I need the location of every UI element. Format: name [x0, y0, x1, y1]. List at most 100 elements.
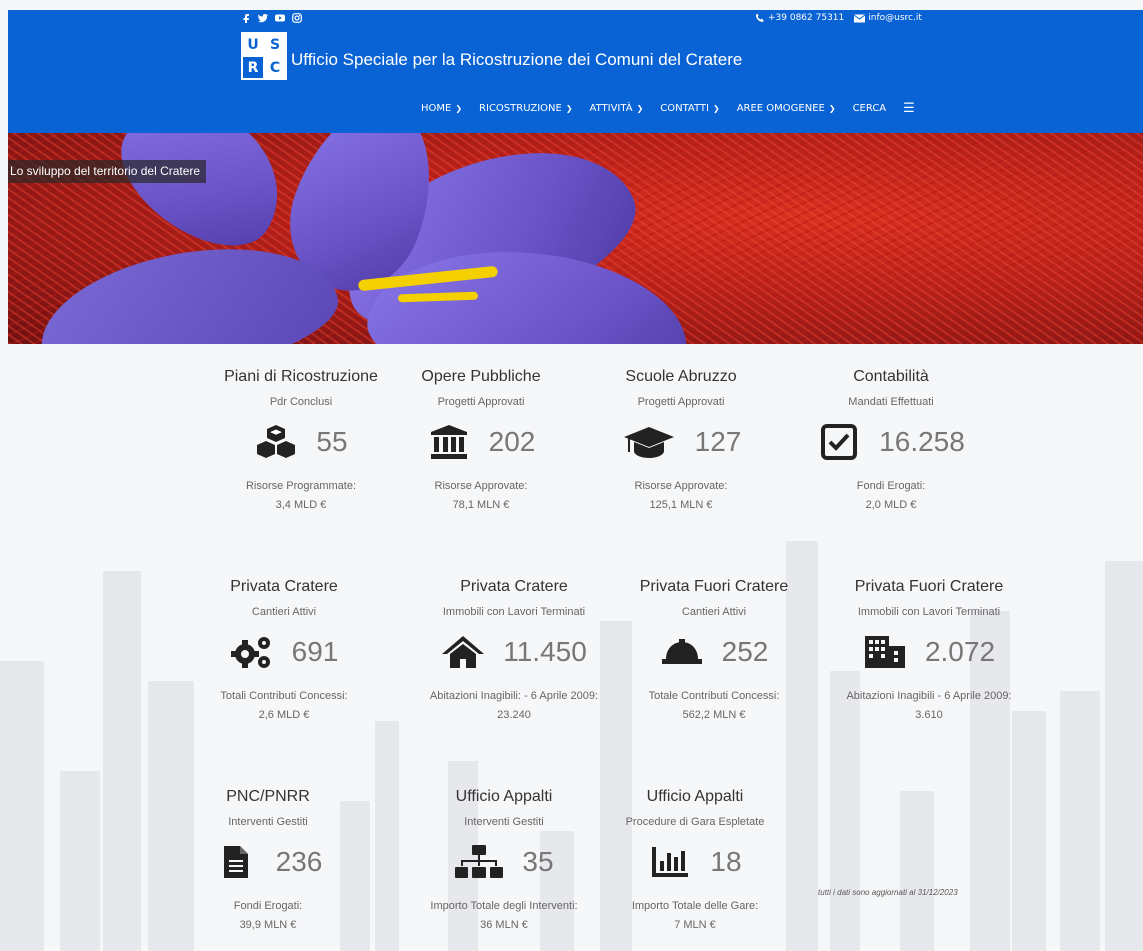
stat-subtitle: Interventi Gestiti — [464, 816, 544, 828]
stat-value: 252 — [721, 636, 769, 667]
site-header: +39 0862 75311 info@usrc.it U S R C Uffi… — [8, 10, 1143, 133]
stat-title: Ufficio Appalti — [646, 788, 744, 805]
phone-link[interactable]: +39 0862 75311 — [755, 13, 844, 23]
stat-subtitle: Immobili con Lavori Terminati — [857, 606, 1001, 618]
stat-footer-value: 23.240 — [497, 709, 531, 721]
nav-label: AREE OMOGENEE — [736, 103, 825, 114]
stat-footer-label: Totali Contributi Concessi: — [220, 690, 348, 702]
sitemap-icon — [454, 844, 504, 880]
cogs-icon — [230, 634, 274, 670]
chevron-down-icon: ❯ — [565, 104, 573, 113]
stat-subtitle: Cantieri Attivi — [681, 606, 747, 618]
hero-caption: Lo sviluppo del territorio del Cratere — [8, 160, 207, 183]
stat-title: Piani di Ricostruzione — [224, 368, 378, 385]
nav-contatti[interactable]: CONTATTI ❯ — [660, 103, 719, 114]
file-icon — [214, 844, 258, 880]
stat-value: 11.450 — [503, 636, 587, 667]
stat-subtitle: Immobili con Lavori Terminati — [442, 606, 586, 618]
hero-banner: Lo sviluppo del territorio del Cratere — [8, 133, 1143, 344]
stat-footer-value: 2,6 MLD € — [258, 709, 310, 721]
stat-value: 16.258 — [879, 426, 965, 457]
menu-icon[interactable]: ☰ — [903, 101, 915, 116]
stat-title: Ufficio Appalti — [455, 788, 553, 805]
stat-footer-value: 36 MLN € — [480, 919, 528, 931]
youtube-icon[interactable] — [275, 13, 285, 23]
stat-footer-label: Importo Totale delle Gare: — [631, 900, 759, 912]
usrc-logo[interactable]: U S R C — [241, 32, 287, 80]
email-address: info@usrc.it — [868, 13, 922, 23]
nav-cerca[interactable]: CERCA — [853, 103, 887, 114]
stat-footer-label: Risorse Approvate: — [434, 480, 528, 492]
stat-footer-label: Risorse Programmate: — [245, 480, 357, 492]
stat-value: 35 — [522, 846, 554, 877]
envelope-icon — [854, 14, 866, 22]
stat-subtitle: Cantieri Attivi — [251, 606, 317, 618]
data-update-note: tutti i dati sono aggiornati al 31/12/20… — [818, 888, 958, 897]
stat-subtitle: Interventi Gestiti — [228, 816, 308, 828]
social-links — [241, 13, 302, 23]
stat-footer-label: Importo Totale degli Interventi: — [430, 900, 578, 912]
stat-footer-label: Abitazioni Inagibili: - 6 Aprile 2009: — [429, 690, 599, 702]
stat-footer-label: Abitazioni Inagibili - 6 Aprile 2009: — [846, 690, 1012, 702]
stat-footer-label: Risorse Approvate: — [634, 480, 728, 492]
stat-pnc-pnrr[interactable]: PNC/PNRR Interventi Gestiti 236 Fondi Er… — [168, 788, 368, 931]
twitter-icon[interactable] — [258, 13, 268, 23]
nav-label: HOME — [421, 103, 452, 114]
stat-footer-label: Fondi Erogati: — [233, 900, 303, 912]
stat-privata-cratere-terminati[interactable]: Privata Cratere Immobili con Lavori Term… — [414, 578, 614, 721]
instagram-icon[interactable] — [292, 13, 302, 23]
logo-letter: S — [265, 34, 285, 55]
logo-letter: C — [265, 57, 285, 78]
logo-letter: R — [243, 57, 263, 78]
stat-title: Scuole Abruzzo — [625, 368, 737, 385]
chevron-down-icon: ❯ — [713, 104, 720, 113]
stat-piani-ricostruzione[interactable]: Piani di Ricostruzione Pdr Conclusi 55 R… — [201, 368, 401, 511]
chevron-down-icon: ❯ — [636, 104, 644, 113]
stat-ufficio-appalti-gare[interactable]: Ufficio Appalti Procedure di Gara Esplet… — [595, 788, 795, 931]
graduation-cap-icon — [621, 424, 677, 460]
stat-footer-value: 7 MLN € — [674, 919, 716, 931]
nav-label: RICOSTRUZIONE — [479, 103, 562, 114]
stat-scuole-abruzzo[interactable]: Scuole Abruzzo Progetti Approvati 127 Ri… — [581, 368, 781, 511]
stat-footer-value: 78,1 MLN € — [452, 499, 510, 511]
stat-title: Privata Cratere — [460, 578, 568, 595]
hard-hat-icon — [660, 634, 704, 670]
stat-subtitle: Progetti Approvati — [437, 396, 525, 408]
stat-subtitle: Progetti Approvati — [637, 396, 725, 408]
stat-title: Privata Fuori Cratere — [854, 578, 1004, 595]
stat-title: Opere Pubbliche — [421, 368, 541, 385]
stat-footer-label: Fondi Erogati: — [856, 480, 926, 492]
stat-privata-fuori-cantieri[interactable]: Privata Fuori Cratere Cantieri Attivi 25… — [614, 578, 814, 721]
stat-value: 55 — [316, 426, 348, 457]
stat-privata-fuori-terminati[interactable]: Privata Fuori Cratere Immobili con Lavor… — [829, 578, 1029, 721]
logo-letter: U — [243, 34, 263, 55]
nav-label: CERCA — [852, 103, 887, 114]
nav-attivita[interactable]: ATTIVITÀ ❯ — [590, 103, 644, 114]
stat-footer-label: Totale Contributi Concessi: — [648, 690, 780, 702]
stat-footer-value: 125,1 MLN € — [649, 499, 713, 511]
facebook-icon[interactable] — [241, 13, 251, 23]
stat-contabilita[interactable]: Contabilità Mandati Effettuati 16.258 Fo… — [791, 368, 991, 511]
nav-home[interactable]: HOME ❯ — [421, 103, 462, 114]
stat-title: Contabilità — [853, 368, 929, 385]
main-nav: HOME ❯ RICOSTRUZIONE ❯ ATTIVITÀ ❯ CONTATTI ❯… — [421, 101, 915, 116]
cubes-icon — [254, 424, 298, 460]
nav-label: CONTATTI — [660, 103, 709, 114]
stat-value: 236 — [275, 846, 323, 877]
stat-value: 691 — [291, 636, 339, 667]
stat-privata-cratere-cantieri[interactable]: Privata Cratere Cantieri Attivi 691 Tota… — [184, 578, 384, 721]
nav-aree-omogenee[interactable]: AREE OMOGENEE ❯ — [737, 103, 836, 114]
contact-info: +39 0862 75311 info@usrc.it — [755, 13, 922, 23]
stat-subtitle: Mandati Effettuati — [848, 396, 934, 408]
home-icon — [441, 634, 485, 670]
site-title[interactable]: Ufficio Speciale per la Ricostruzione de… — [291, 50, 742, 70]
stat-ufficio-appalti-interventi[interactable]: Ufficio Appalti Interventi Gestiti 35 Im… — [404, 788, 604, 931]
stat-opere-pubbliche[interactable]: Opere Pubbliche Progetti Approvati 202 R… — [381, 368, 581, 511]
stat-title: Privata Fuori Cratere — [639, 578, 789, 595]
stat-value: 127 — [694, 426, 742, 457]
nav-ricostruzione[interactable]: RICOSTRUZIONE ❯ — [479, 103, 572, 114]
email-link[interactable]: info@usrc.it — [854, 13, 922, 23]
stat-value: 202 — [488, 426, 536, 457]
stat-footer-value: 2,0 MLD € — [865, 499, 917, 511]
stat-footer-value: 39,9 MLN € — [239, 919, 297, 931]
